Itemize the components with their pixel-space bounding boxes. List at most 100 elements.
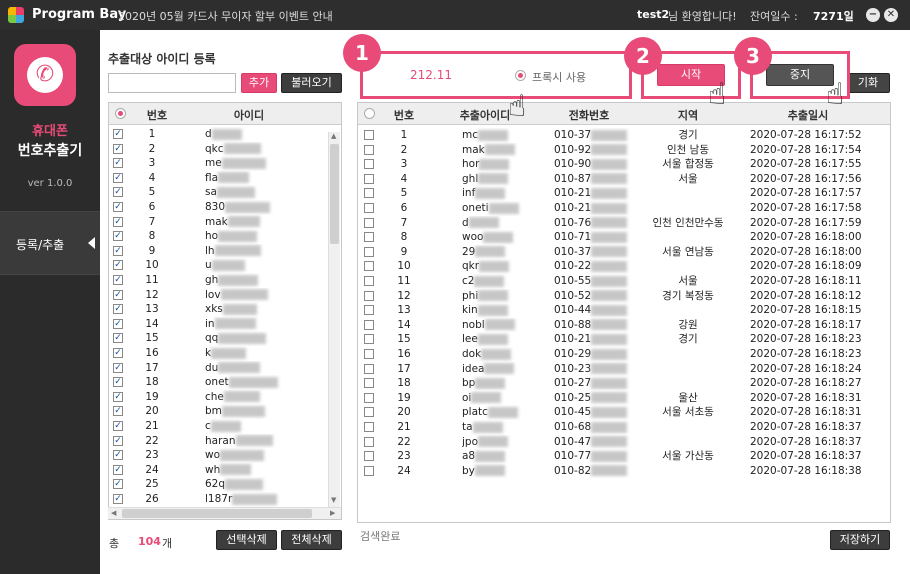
- table-row[interactable]: 2 mak 010-92 인천 남동 2020-07-28 16:17:54: [358, 143, 890, 158]
- scroll-down-icon[interactable]: ▼: [331, 496, 336, 504]
- list-item[interactable]: ✓ 3 me: [109, 156, 341, 171]
- row-checkbox[interactable]: [364, 334, 374, 345]
- table-row[interactable]: 14 nobl 010-88 강원 2020-07-28 16:18:17: [358, 318, 890, 333]
- list-item[interactable]: ✓ 4 fla: [109, 171, 341, 186]
- row-checkbox[interactable]: ✓: [113, 435, 123, 446]
- list-item[interactable]: ✓ 15 qq: [109, 331, 341, 346]
- table-row[interactable]: 8 woo 010-71 2020-07-28 16:18:00: [358, 230, 890, 245]
- row-checkbox[interactable]: ✓: [113, 260, 123, 271]
- row-checkbox[interactable]: ✓: [113, 143, 123, 154]
- close-icon[interactable]: ✕: [884, 8, 898, 22]
- row-checkbox[interactable]: ✓: [113, 304, 123, 315]
- row-checkbox[interactable]: [364, 246, 374, 257]
- scroll-left-icon[interactable]: ◀: [111, 509, 116, 517]
- row-checkbox[interactable]: [364, 319, 374, 330]
- row-checkbox[interactable]: [364, 130, 374, 140]
- row-checkbox[interactable]: [364, 378, 374, 389]
- list-item[interactable]: ✓ 23 wo: [109, 448, 341, 463]
- list-item[interactable]: ✓ 22 haran: [109, 434, 341, 449]
- row-checkbox[interactable]: [364, 276, 374, 286]
- list-item[interactable]: ✓ 6 830: [109, 200, 341, 215]
- table-row[interactable]: 16 dok 010-29 2020-07-28 16:18:23: [358, 347, 890, 362]
- event-notice-link[interactable]: 2020년 05월 카드사 무이자 할부 이벤트 안내: [118, 8, 333, 24]
- row-checkbox[interactable]: [364, 232, 374, 243]
- list-item[interactable]: ✓ 8 ho: [109, 229, 341, 244]
- list-item[interactable]: ✓ 1 d: [109, 127, 341, 142]
- add-id-button[interactable]: 추가: [241, 73, 277, 93]
- row-checkbox[interactable]: ✓: [113, 406, 123, 417]
- row-checkbox[interactable]: ✓: [113, 464, 123, 475]
- row-checkbox[interactable]: ✓: [113, 348, 123, 358]
- table-row[interactable]: 10 qkr 010-22 2020-07-28 16:18:09: [358, 259, 890, 274]
- row-checkbox[interactable]: ✓: [113, 421, 123, 431]
- table-row[interactable]: 4 ghl 010-87 서울 2020-07-28 16:17:56: [358, 172, 890, 187]
- delete-selected-button[interactable]: 선택삭제: [216, 530, 277, 550]
- table-row[interactable]: 20 platc 010-45 서울 서초동 2020-07-28 16:18:31: [358, 405, 890, 420]
- select-all-radio[interactable]: [115, 108, 126, 119]
- id-list-vertical-scrollbar[interactable]: ▲ ▼: [328, 132, 340, 507]
- table-row[interactable]: 7 d 010-76 인천 인천만수동 2020-07-28 16:17:59: [358, 216, 890, 231]
- table-row[interactable]: 1 mc 010-37 경기 2020-07-28 16:17:52: [358, 128, 890, 143]
- table-row[interactable]: 23 a8 010-77 서울 가산동 2020-07-28 16:18:37: [358, 449, 890, 464]
- table-row[interactable]: 3 hor 010-90 서울 합정동 2020-07-28 16:17:55: [358, 157, 890, 172]
- row-checkbox[interactable]: [364, 451, 374, 462]
- row-checkbox[interactable]: [364, 173, 374, 184]
- table-row[interactable]: 18 bp 010-27 2020-07-28 16:18:27: [358, 376, 890, 391]
- table-row[interactable]: 12 phi 010-52 경기 복정동 2020-07-28 16:18:12: [358, 289, 890, 304]
- row-checkbox[interactable]: ✓: [113, 172, 123, 183]
- list-item[interactable]: ✓ 2 qkc: [109, 142, 341, 157]
- row-checkbox[interactable]: ✓: [113, 231, 123, 242]
- list-item[interactable]: ✓ 17 du: [109, 361, 341, 376]
- list-item[interactable]: ✓ 24 wh: [109, 463, 341, 478]
- table-row[interactable]: 11 c2 010-55 서울 2020-07-28 16:18:11: [358, 274, 890, 289]
- horizontal-scroll-thumb[interactable]: [122, 509, 312, 518]
- row-checkbox[interactable]: ✓: [113, 450, 123, 461]
- row-checkbox[interactable]: [364, 290, 374, 301]
- row-checkbox[interactable]: [364, 203, 374, 213]
- row-checkbox[interactable]: ✓: [113, 318, 123, 329]
- list-item[interactable]: ✓ 21 c: [109, 419, 341, 434]
- table-row[interactable]: 17 idea 010-23 2020-07-28 16:18:24: [358, 362, 890, 377]
- row-checkbox[interactable]: ✓: [113, 158, 123, 169]
- table-row[interactable]: 13 kin 010-44 2020-07-28 16:18:15: [358, 303, 890, 318]
- table-row[interactable]: 5 inf 010-21 2020-07-28 16:17:57: [358, 186, 890, 201]
- stop-button[interactable]: 중지: [766, 64, 834, 86]
- row-checkbox[interactable]: [364, 217, 374, 228]
- row-checkbox[interactable]: ✓: [113, 391, 123, 402]
- row-checkbox[interactable]: ✓: [113, 377, 123, 388]
- table-row[interactable]: 9 29 010-37 서울 연남동 2020-07-28 16:18:00: [358, 245, 890, 260]
- sidebar-item-register-extract[interactable]: 등록/추출: [0, 211, 100, 275]
- row-checkbox[interactable]: ✓: [113, 216, 123, 227]
- table-row[interactable]: 6 oneti 010-21 2020-07-28 16:17:58: [358, 201, 890, 216]
- row-checkbox[interactable]: [364, 188, 374, 199]
- list-item[interactable]: ✓ 26 l187r: [109, 492, 341, 507]
- load-ids-button[interactable]: 불러오기: [281, 73, 342, 93]
- scroll-up-icon[interactable]: ▲: [331, 132, 336, 140]
- row-checkbox[interactable]: [364, 159, 374, 170]
- results-select-all-radio[interactable]: [364, 108, 375, 119]
- table-row[interactable]: 21 ta 010-68 2020-07-28 16:18:37: [358, 420, 890, 435]
- scroll-right-icon[interactable]: ▶: [330, 509, 335, 517]
- row-checkbox[interactable]: ✓: [113, 202, 123, 212]
- row-checkbox[interactable]: ✓: [113, 333, 123, 344]
- row-checkbox[interactable]: [364, 349, 374, 359]
- list-item[interactable]: ✓ 11 gh: [109, 273, 341, 288]
- row-checkbox[interactable]: [364, 392, 374, 403]
- table-row[interactable]: 24 by 010-82 2020-07-28 16:18:38: [358, 464, 890, 479]
- list-item[interactable]: ✓ 12 lov: [109, 288, 341, 303]
- minimize-icon[interactable]: −: [866, 8, 880, 22]
- row-checkbox[interactable]: ✓: [113, 494, 123, 504]
- list-item[interactable]: ✓ 19 che: [109, 390, 341, 405]
- list-item[interactable]: ✓ 18 onet: [109, 375, 341, 390]
- list-item[interactable]: ✓ 7 mak: [109, 215, 341, 230]
- row-checkbox[interactable]: ✓: [113, 479, 123, 490]
- table-row[interactable]: 22 jpo 010-47 2020-07-28 16:18:37: [358, 435, 890, 450]
- table-row[interactable]: 15 lee 010-21 경기 2020-07-28 16:18:23: [358, 332, 890, 347]
- list-item[interactable]: ✓ 13 xks: [109, 302, 341, 317]
- reset-button[interactable]: 기화: [846, 73, 890, 93]
- row-checkbox[interactable]: [364, 422, 374, 432]
- row-checkbox[interactable]: [364, 465, 374, 476]
- list-item[interactable]: ✓ 14 in: [109, 317, 341, 332]
- id-input[interactable]: [108, 73, 236, 93]
- list-item[interactable]: ✓ 25 62q: [109, 477, 341, 492]
